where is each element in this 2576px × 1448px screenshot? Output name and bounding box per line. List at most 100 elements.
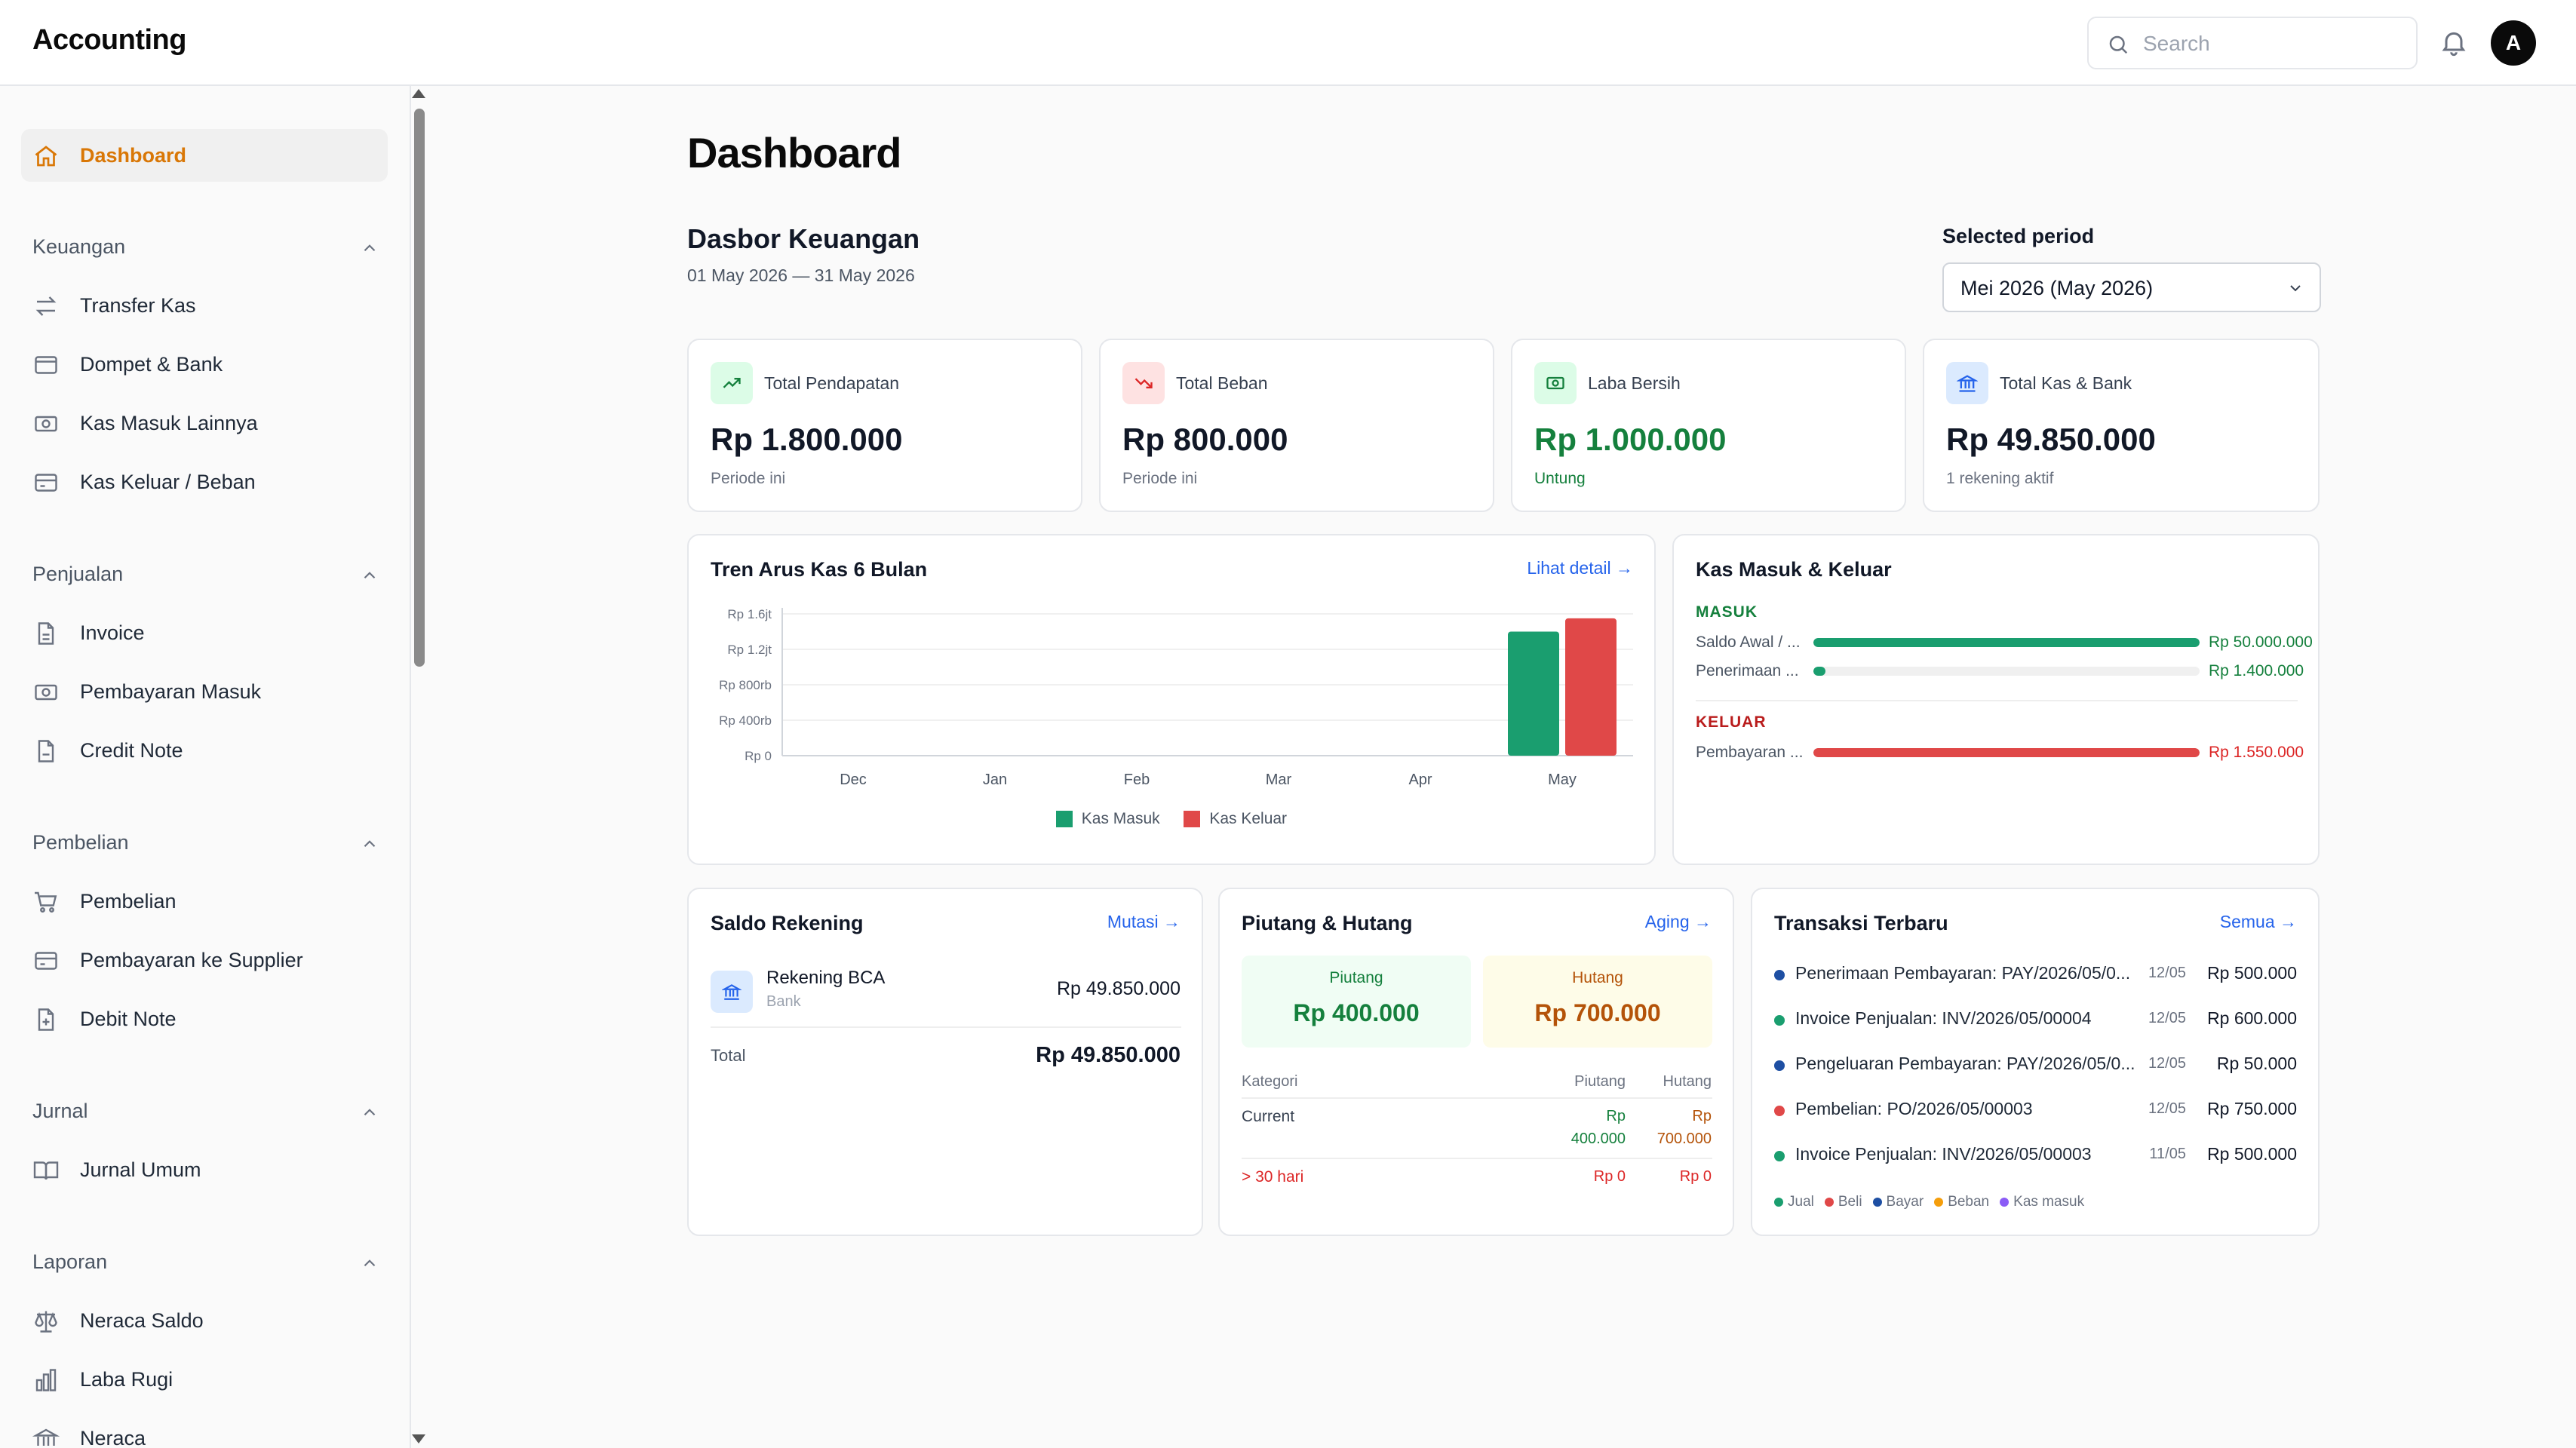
avatar[interactable]: A: [2491, 20, 2536, 66]
bell-icon[interactable]: [2439, 26, 2469, 59]
sidebar-item-dashboard[interactable]: Dashboard: [21, 129, 388, 182]
legend-item: Jual: [1774, 1194, 1814, 1210]
sidebar-item-neraca-saldo[interactable]: Neraca Saldo: [21, 1294, 388, 1347]
transaction-row[interactable]: Invoice Penjualan: INV/2026/05/00003 11/0…: [1752, 1143, 2318, 1173]
legend-swatch-kas-keluar: [1184, 811, 1201, 828]
kpi-value: Rp 800.000: [1122, 422, 1288, 457]
transaction-date: 12/05: [2148, 1100, 2186, 1117]
cashflow-card: Kas Masuk & Keluar MASUK Saldo Awal / ..…: [1672, 534, 2320, 865]
sidebar-item-label: Dashboard: [80, 144, 187, 167]
card-title: Transaksi Terbaru: [1774, 912, 1948, 934]
kpi-note: Periode ini: [711, 470, 786, 487]
semua-link[interactable]: Semua →: [2220, 912, 2297, 932]
legend-dot: [1872, 1197, 1882, 1207]
flow-value: Rp 50.000.000: [2209, 634, 2313, 651]
transaction-amount: Rp 750.000: [2207, 1099, 2297, 1118]
account-amount: Rp 49.850.000: [1056, 978, 1181, 999]
sidebar-item-label: Pembayaran Masuk: [80, 680, 262, 703]
sidebar-item-pembayaran-masuk[interactable]: Pembayaran Masuk: [21, 665, 388, 718]
sidebar-item-debit-note[interactable]: Debit Note: [21, 992, 388, 1045]
transaction-row[interactable]: Penerimaan Pembayaran: PAY/2026/05/0... 1…: [1752, 962, 2318, 992]
sidebar-item-label: Neraca: [80, 1427, 146, 1448]
sidebar-item-pembelian[interactable]: Pembelian: [21, 875, 388, 928]
banknote-icon: [1534, 362, 1577, 404]
transaction-desc: Pembelian: PO/2026/05/00003: [1795, 1099, 2033, 1118]
divider: [711, 1026, 1181, 1028]
mutasi-link[interactable]: Mutasi →: [1107, 912, 1181, 932]
chevron-down-icon: [2290, 285, 2301, 292]
transaction-amount: Rp 500.000: [2207, 963, 2297, 983]
search-input[interactable]: [2143, 27, 2399, 60]
sidebar-item-label: Neraca Saldo: [80, 1309, 204, 1332]
section-title: Dasbor Keuangan: [687, 223, 920, 254]
sidebar-item-neraca[interactable]: Neraca: [21, 1412, 388, 1448]
book-icon: [33, 1161, 59, 1180]
transaction-desc: Invoice Penjualan: INV/2026/05/00003: [1795, 1144, 2092, 1164]
section-keuangan[interactable]: Keuangan: [32, 228, 379, 265]
chevron-up-icon: [364, 244, 376, 252]
sidebar-item-invoice[interactable]: Invoice: [21, 606, 388, 659]
search-box[interactable]: [2087, 17, 2418, 69]
credit-card-icon: [35, 952, 57, 970]
x-tick-label: Dec: [840, 772, 867, 788]
credit-card-icon: [35, 474, 57, 492]
keluar-section-title: KELUAR: [1696, 713, 1767, 731]
sidebar-item-kas-masuk-lainnya[interactable]: Kas Masuk Lainnya: [21, 397, 388, 449]
section-pembelian[interactable]: Pembelian: [32, 824, 379, 861]
kpi-note: 1 rekening aktif: [1946, 470, 2054, 487]
period-select[interactable]: Mei 2026 (May 2026): [1942, 262, 2321, 312]
bank-icon: [1946, 362, 1988, 404]
section-penjualan[interactable]: Penjualan: [32, 555, 379, 593]
sidebar-item-dompet-bank[interactable]: Dompet & Bank: [21, 338, 388, 391]
saldo-card: Saldo Rekening Mutasi → Rekening BCA Ban…: [687, 888, 1203, 1236]
section-title: Keuangan: [32, 235, 126, 258]
sidebar-item-jurnal-umum[interactable]: Jurnal Umum: [21, 1143, 388, 1196]
transaction-row[interactable]: Pembelian: PO/2026/05/00003 12/05 Rp 750.0…: [1752, 1097, 2318, 1127]
column-header: Hutang: [1663, 1073, 1712, 1090]
sidebar-item-label: Kas Masuk Lainnya: [80, 412, 258, 434]
card-title: Piutang & Hutang: [1242, 912, 1413, 934]
flow-label: Pembayaran ...: [1696, 744, 1804, 761]
transaction-row[interactable]: Invoice Penjualan: INV/2026/05/00004 12/0…: [1752, 1007, 2318, 1037]
kpi-label: Laba Bersih: [1588, 373, 1681, 393]
section-title: Laporan: [32, 1250, 108, 1273]
trend-card: Tren Arus Kas 6 Bulan Lihat detail → Rp …: [687, 534, 1656, 865]
masuk-section-title: MASUK: [1696, 603, 1758, 621]
account-name: Rekening BCA: [766, 968, 886, 988]
cart-icon: [35, 891, 57, 913]
sidebar-item-label: Dompet & Bank: [80, 353, 223, 376]
chevron-up-icon: [364, 1109, 376, 1116]
card-title: Kas Masuk & Keluar: [1696, 558, 1892, 581]
legend-dot: [1824, 1197, 1834, 1207]
flow-value: Rp 1.550.000: [2209, 744, 2304, 761]
transaction-row[interactable]: Pengeluaran Pembayaran: PAY/2026/05/0...…: [1752, 1052, 2318, 1082]
y-tick-label: Rp 1.6jt: [727, 607, 772, 621]
legend-label-kas-keluar: Kas Keluar: [1209, 810, 1288, 827]
transaction-desc: Invoice Penjualan: INV/2026/05/00004: [1795, 1008, 2092, 1028]
scale-icon: [35, 1311, 57, 1333]
scrollbar-thumb[interactable]: [414, 109, 425, 667]
aging-link[interactable]: Aging →: [1645, 912, 1712, 932]
section-laporan[interactable]: Laporan: [32, 1243, 379, 1281]
period-value: Mei 2026 (May 2026): [1960, 277, 2154, 299]
sidebar-item-credit-note[interactable]: Credit Note: [21, 724, 388, 777]
section-jurnal[interactable]: Jurnal: [32, 1092, 379, 1130]
transaction-amount: Rp 500.000: [2207, 1144, 2297, 1164]
sidebar-item-pembayaran-supplier[interactable]: Pembayaran ke Supplier: [21, 934, 388, 986]
aging-hutang: Rp 0: [1679, 1168, 1712, 1185]
scroll-down-arrow[interactable]: [412, 1434, 425, 1443]
sidebar-item-kas-keluar-beban[interactable]: Kas Keluar / Beban: [21, 456, 388, 508]
legend-label: Beli: [1838, 1194, 1862, 1210]
legend-label: Bayar: [1886, 1194, 1924, 1210]
sidebar-item-laba-rugi[interactable]: Laba Rugi: [21, 1353, 388, 1406]
kpi-label: Total Kas & Bank: [2000, 373, 2132, 393]
legend-item: Bayar: [1872, 1194, 1924, 1210]
piutang-value: Rp 400.000: [1293, 999, 1420, 1026]
aging-category: Current: [1242, 1108, 1295, 1125]
scroll-up-arrow[interactable]: [412, 89, 425, 98]
file-icon: [38, 740, 54, 762]
kpi-value: Rp 1.000.000: [1534, 422, 1727, 457]
transaction-dot: [1774, 1060, 1785, 1071]
kpi-value: Rp 49.850.000: [1946, 422, 2156, 457]
sidebar-item-transfer-kas[interactable]: Transfer Kas: [21, 279, 388, 332]
